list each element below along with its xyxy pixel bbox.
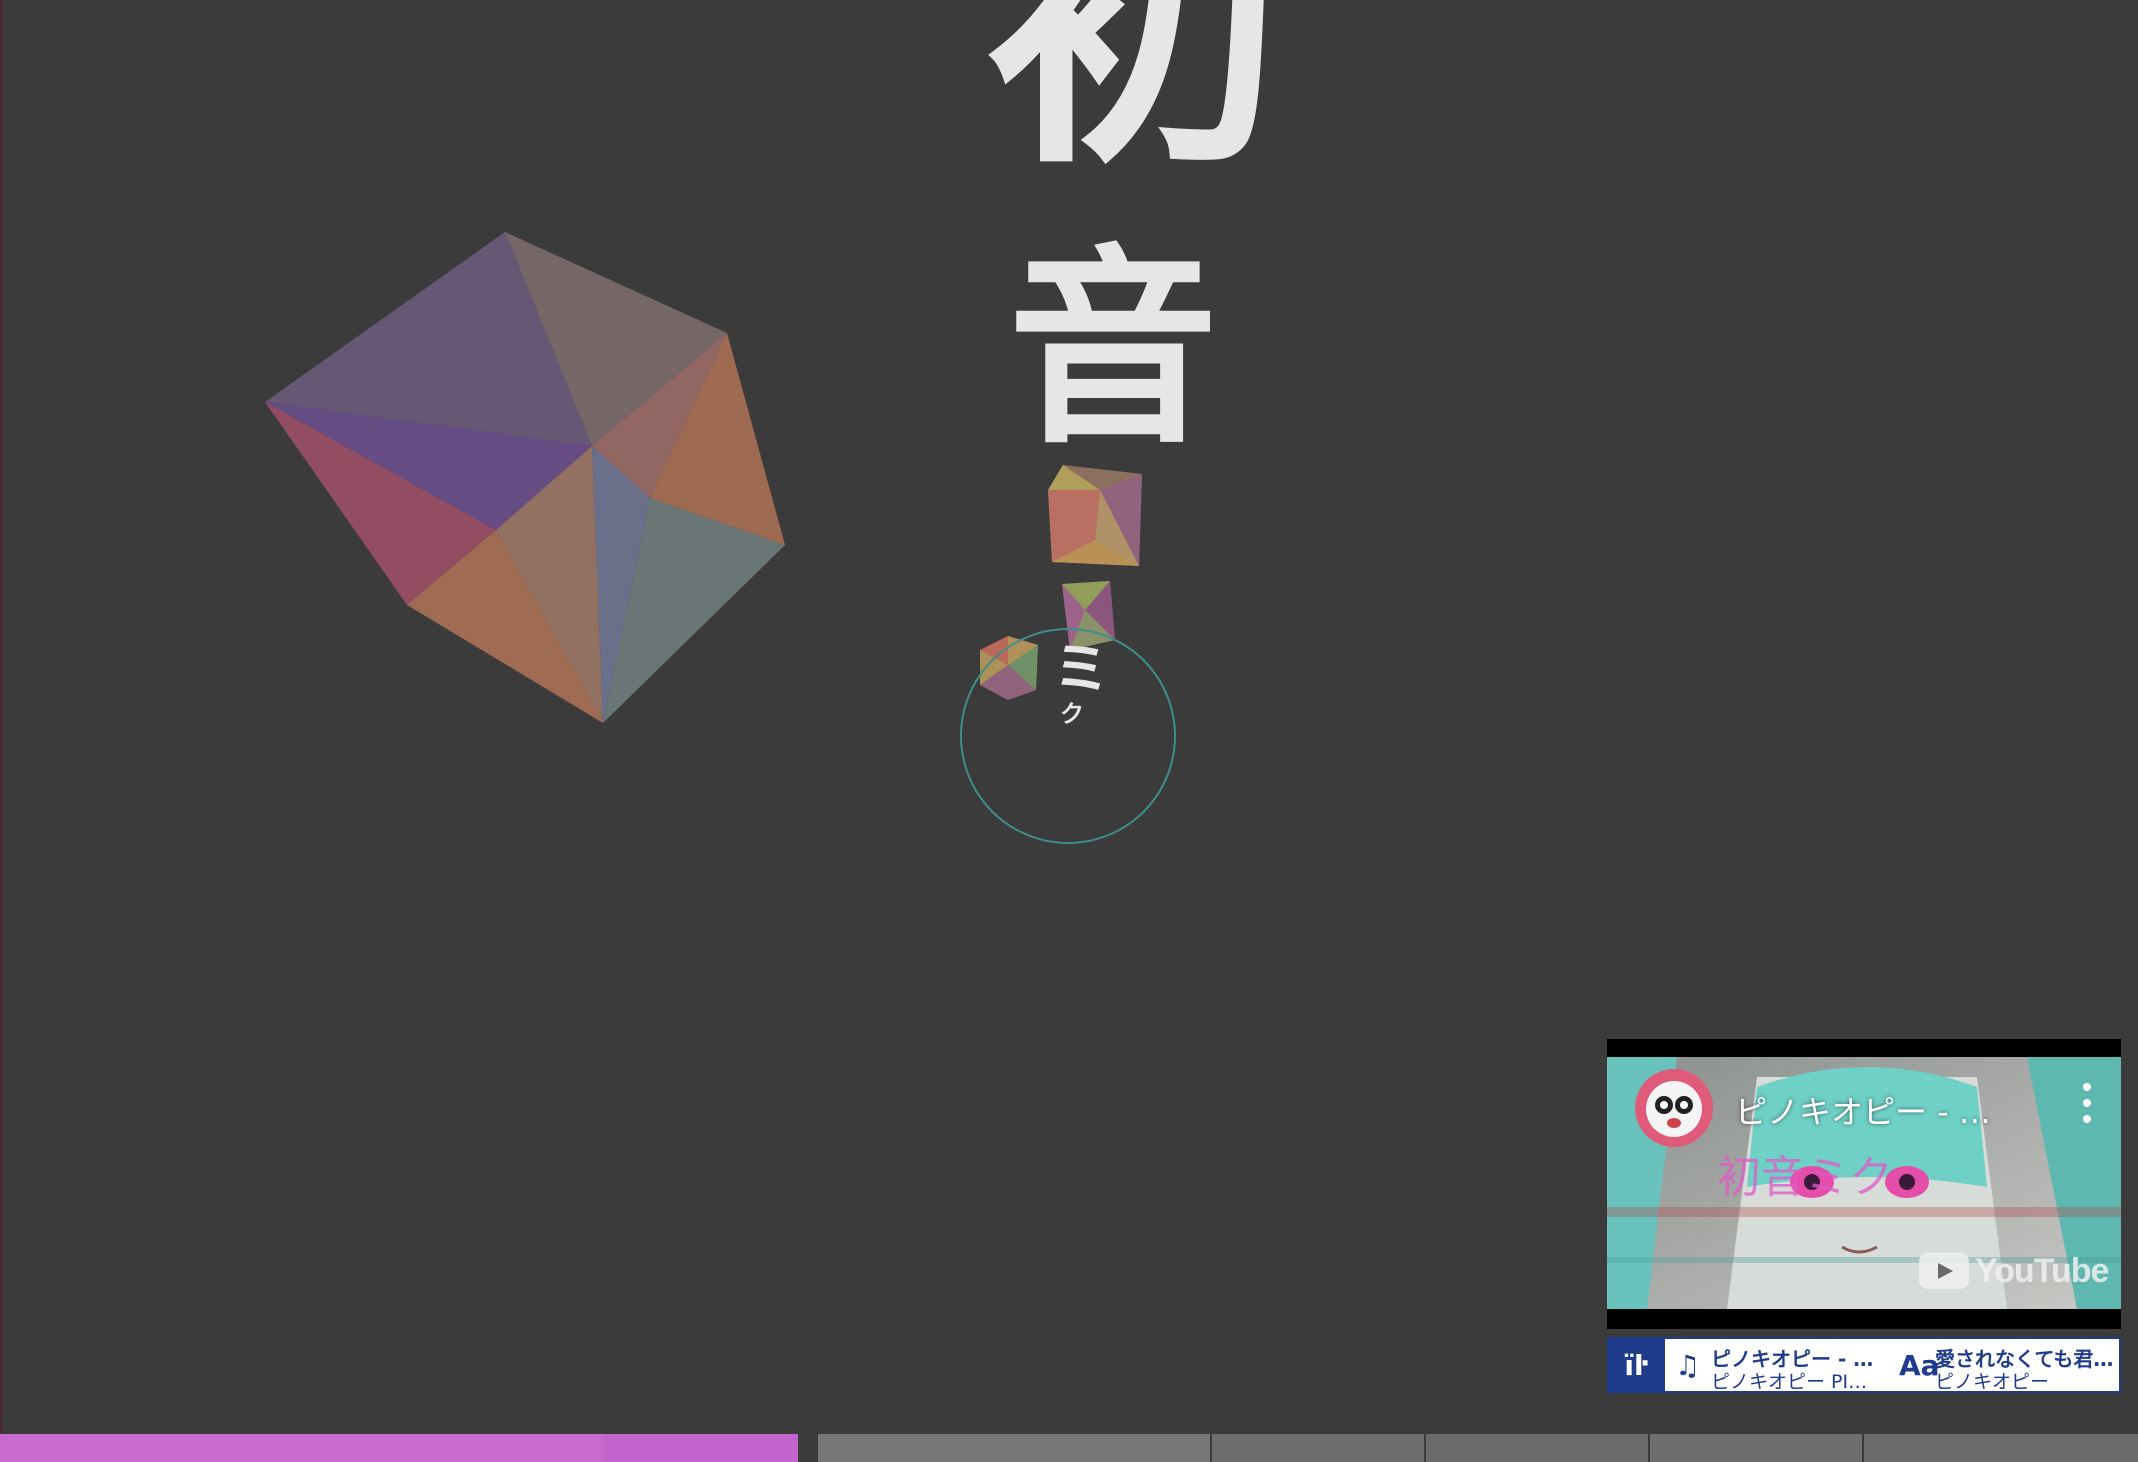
lyrics-info[interactable]: Aa 愛されなくても君… ピノキオピー <box>1899 1343 2119 1393</box>
timeline-segment[interactable] <box>1426 1434 1648 1462</box>
textalive-logo-icon[interactable]: ïŀ <box>1609 1339 1665 1391</box>
lyric-character: 音 <box>1008 227 1219 472</box>
video-title[interactable]: ピノキオピー - … <box>1735 1087 2035 1133</box>
timeline-segment[interactable] <box>1650 1434 1862 1462</box>
timeline-segment[interactable] <box>1212 1434 1424 1462</box>
video-embed[interactable]: 初音ミク ピノキオピー - … YouTube <box>1607 1039 2121 1329</box>
lyrics-artist: ピノキオピー <box>1935 1371 2050 1393</box>
youtube-play-icon <box>1919 1253 1969 1289</box>
small-polyhedron <box>1048 465 1142 566</box>
song-info[interactable]: ♫ ピノキオピー - 愛… ピノキオピー PIN… <box>1675 1343 1889 1393</box>
channel-avatar[interactable] <box>1635 1069 1713 1147</box>
timeline-segment-played[interactable] <box>604 1434 798 1462</box>
playback-timeline[interactable] <box>0 1434 2138 1462</box>
music-note-icon: ♫ <box>1675 1349 1701 1382</box>
youtube-logo[interactable]: YouTube <box>1919 1251 2109 1291</box>
large-polyhedron <box>265 232 785 723</box>
youtube-wordmark: YouTube <box>1975 1251 2109 1290</box>
timeline-segment[interactable] <box>818 1434 1210 1462</box>
avatar-face-icon <box>1646 1081 1702 1137</box>
timeline-segment[interactable] <box>1864 1434 2138 1462</box>
timeline-segment-played[interactable] <box>0 1434 604 1462</box>
media-player: 初音ミク ピノキオピー - … YouTube ïŀ ♫ ピノキオピー - 愛… <box>1607 1039 2121 1393</box>
pointer-ring <box>960 628 1176 844</box>
lyric-character: 初 <box>985 0 1285 204</box>
svg-text:初音ミク: 初音ミク <box>1717 1152 1893 1203</box>
song-artist: ピノキオピー PIN… <box>1711 1371 1881 1393</box>
font-icon: Aa <box>1899 1349 1940 1382</box>
song-info-bar: ïŀ ♫ ピノキオピー - 愛… ピノキオピー PIN… Aa 愛されなくても君… <box>1607 1337 2121 1393</box>
more-options-icon[interactable] <box>2079 1083 2095 1123</box>
